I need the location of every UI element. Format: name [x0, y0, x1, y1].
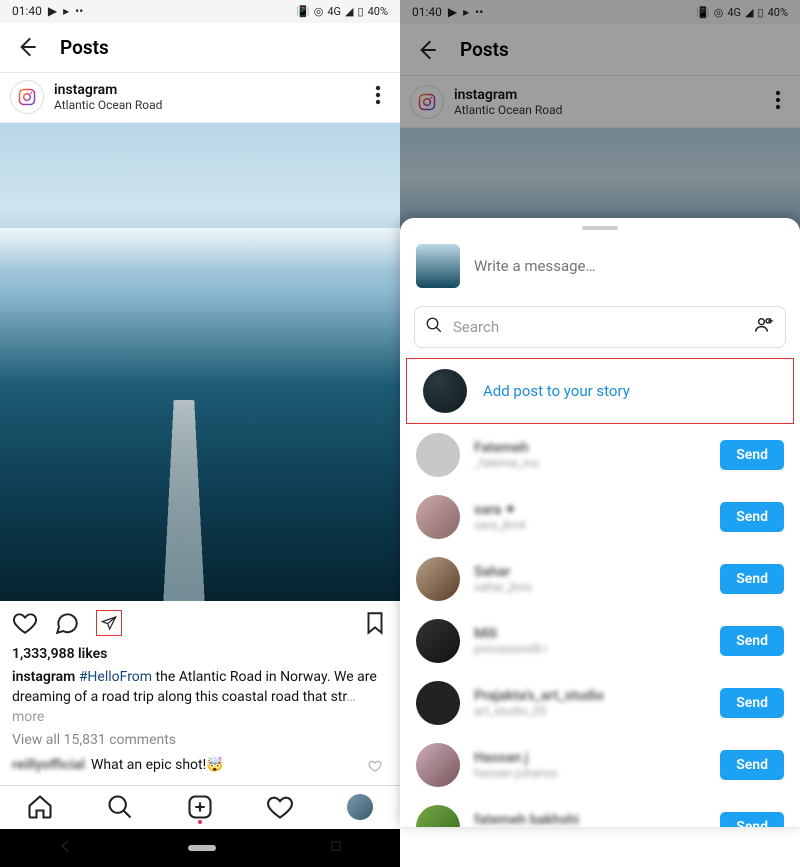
- user-row[interactable]: Prajakta's_art_studioart_studio_05 Send: [400, 672, 800, 734]
- app-header: Posts: [0, 23, 400, 73]
- android-home-icon[interactable]: [188, 838, 216, 857]
- search-row[interactable]: Search: [414, 306, 786, 348]
- group-add-icon[interactable]: [753, 315, 775, 339]
- profile-avatar-icon: [410, 85, 444, 119]
- user-row[interactable]: sara ✦sara_jhn4 Send: [400, 486, 800, 548]
- user-handle: sahar_jhns: [474, 580, 706, 594]
- message-row: [400, 236, 800, 302]
- comment-like-icon[interactable]: [362, 753, 388, 779]
- nav-home-icon[interactable]: [26, 793, 54, 821]
- sheet-handle[interactable]: [582, 226, 618, 230]
- send-button[interactable]: Send: [720, 440, 784, 470]
- nav-activity-icon[interactable]: [266, 793, 294, 821]
- hotspot-icon: ◎: [314, 5, 324, 18]
- post-actions: [0, 601, 400, 645]
- story-avatar: [423, 369, 467, 413]
- nav-add-icon[interactable]: [186, 793, 214, 821]
- view-comments[interactable]: View all 15,831 comments: [12, 731, 388, 751]
- caption[interactable]: instagram #HelloFrom the Atlantic Road i…: [12, 668, 388, 727]
- like-icon[interactable]: [12, 610, 38, 636]
- bottom-nav: [0, 785, 400, 829]
- add-to-story-label: Add post to your story: [483, 382, 630, 400]
- android-recent-icon[interactable]: [329, 838, 343, 857]
- user-row[interactable]: fatemeh bakhshifa.bakhshi Send: [400, 796, 800, 827]
- comment-icon[interactable]: [54, 610, 80, 636]
- notification-dot-icon: [198, 820, 202, 824]
- back-icon[interactable]: [14, 34, 40, 60]
- message-input[interactable]: [474, 257, 784, 275]
- post-thumbnail: [416, 244, 460, 288]
- user-handle: _fatema_mz: [474, 456, 706, 470]
- status-bar: 01:40 ▶ ▸ •• 📳 ◎ 4G ◢ ▯ 40%: [0, 0, 400, 23]
- android-nav: [0, 829, 400, 867]
- user-row[interactable]: Saharsahar_jhns Send: [400, 548, 800, 610]
- status-bar: 01:40 ▶▸•• 📳◎ 4G ◢▯ 40%: [400, 0, 800, 24]
- user-name: sara ✦: [474, 502, 706, 518]
- user-avatar: [416, 619, 460, 663]
- battery-icon: ▯: [358, 5, 364, 18]
- post-author-row[interactable]: instagram Atlantic Ocean Road: [0, 73, 400, 123]
- post-image[interactable]: [0, 123, 400, 601]
- nav-search-icon[interactable]: [106, 793, 134, 821]
- user-avatar: [416, 495, 460, 539]
- send-button[interactable]: Send: [720, 502, 784, 532]
- share-icon[interactable]: [96, 610, 122, 636]
- user-handle: sara_jhn4: [474, 518, 706, 532]
- send-button[interactable]: Send: [720, 812, 784, 827]
- page-title: Posts: [60, 36, 109, 59]
- search-icon: [425, 316, 443, 338]
- user-row[interactable]: Miliprincessmilli i Send: [400, 610, 800, 672]
- android-back-icon[interactable]: [57, 837, 75, 859]
- author-username[interactable]: instagram: [54, 82, 366, 98]
- user-avatar: [416, 743, 460, 787]
- user-handle: hassan.juhanss: [474, 766, 706, 780]
- user-name: Hassan j: [474, 750, 706, 766]
- search-placeholder: Search: [453, 318, 743, 336]
- user-name: Mili: [474, 626, 706, 642]
- send-button[interactable]: Send: [720, 564, 784, 594]
- user-name: Sahar: [474, 564, 706, 580]
- profile-avatar-icon[interactable]: [10, 80, 44, 114]
- add-to-story-row[interactable]: Add post to your story: [406, 358, 794, 424]
- send-button[interactable]: Send: [720, 750, 784, 780]
- play-icon: ▶: [48, 4, 57, 18]
- more-dots-icon: ••: [75, 4, 83, 18]
- comment-row[interactable]: reillyofficial What an epic shot!🤯: [12, 753, 388, 779]
- vibrate-icon: 📳: [296, 5, 310, 18]
- youtube-icon: ▸: [63, 4, 69, 18]
- nav-profile-icon[interactable]: [346, 793, 374, 821]
- send-button[interactable]: Send: [720, 626, 784, 656]
- battery-pct: 40%: [368, 5, 388, 18]
- user-avatar: [416, 681, 460, 725]
- user-avatar: [416, 805, 460, 827]
- send-button[interactable]: Send: [720, 688, 784, 718]
- save-icon[interactable]: [362, 610, 388, 636]
- caption-more[interactable]: more: [12, 709, 44, 725]
- user-handle: art_studio_05: [474, 704, 706, 718]
- network-label: 4G: [327, 5, 341, 18]
- user-avatar: [416, 557, 460, 601]
- likes-count[interactable]: 1,333,988 likes: [12, 645, 388, 665]
- share-sheet: Search Add post to your story Fatemeh_fa…: [400, 218, 800, 827]
- user-avatar: [416, 433, 460, 477]
- user-name: fatemeh bakhshi: [474, 812, 706, 827]
- status-time: 01:40: [12, 4, 42, 18]
- back-icon[interactable]: [414, 37, 440, 63]
- user-name: Fatemeh: [474, 440, 706, 456]
- user-row[interactable]: Fatemeh_fatema_mz Send: [400, 424, 800, 486]
- author-location[interactable]: Atlantic Ocean Road: [54, 98, 366, 112]
- signal-icon: ◢: [345, 5, 353, 18]
- user-row[interactable]: Hassan jhassan.juhanss Send: [400, 734, 800, 796]
- user-handle: princessmilli i: [474, 642, 706, 656]
- post-menu-icon[interactable]: [366, 83, 390, 111]
- post-menu-icon: [766, 88, 790, 116]
- user-name: Prajakta's_art_studio: [474, 688, 706, 704]
